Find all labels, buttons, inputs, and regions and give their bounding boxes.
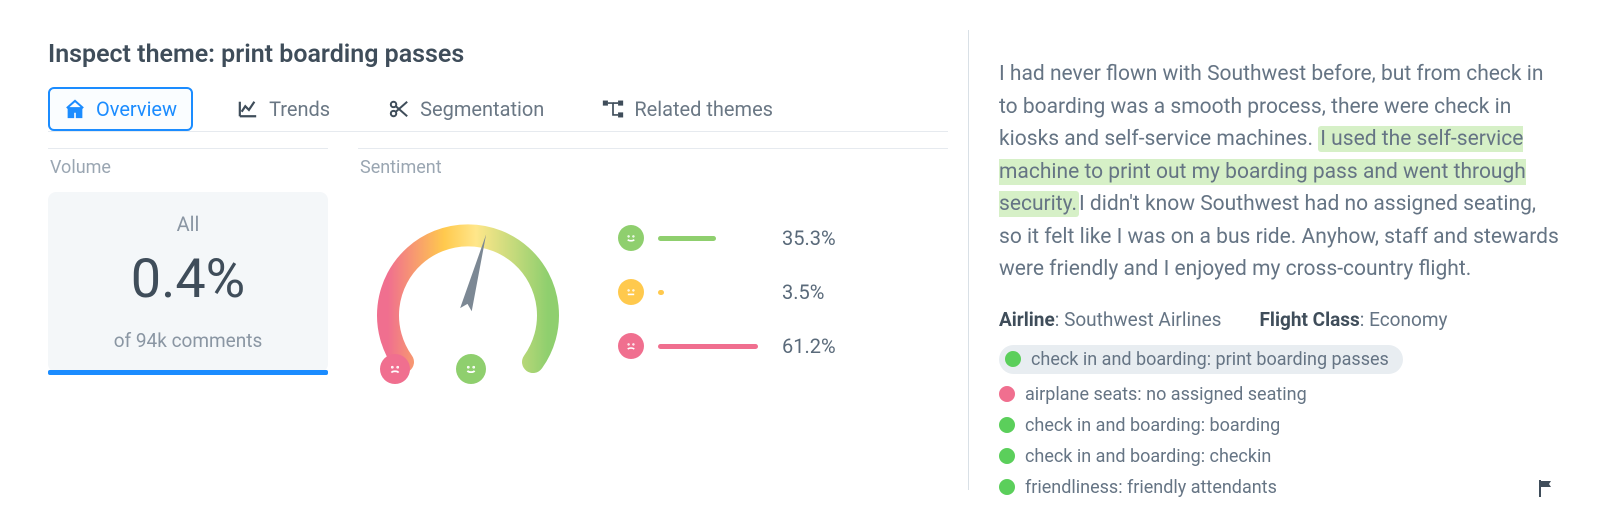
volume-of-label: of 94k comments [58,329,318,352]
sentiment-panel: Sentiment [358,148,948,392]
tag-item[interactable]: check in and boarding: boarding [999,415,1560,436]
legend-neutral: 3.5% [618,279,852,305]
volume-all-label: All [58,212,318,236]
panels-row: Volume All 0.4% of 94k comments Sentimen… [48,144,948,392]
volume-panel: Volume All 0.4% of 94k comments [48,148,328,392]
sentiment-legend: 35.3% 3.5% [618,225,852,359]
tag-dot-icon [999,386,1015,402]
vertical-divider [968,30,969,490]
volume-card[interactable]: All 0.4% of 94k comments [48,192,328,372]
tab-related-themes-label: Related themes [634,97,773,121]
tab-overview[interactable]: Overview [48,87,193,131]
legend-negative-bar [658,344,758,349]
legend-neutral-bar [658,290,664,295]
flag-icon[interactable] [1536,478,1556,498]
tab-bar: Overview Trends Segmentation Related the… [48,87,948,132]
smile-icon [618,225,644,251]
tag-label: check in and boarding: checkin [1025,446,1271,467]
tab-trends-label: Trends [269,97,330,121]
tab-overview-label: Overview [96,97,177,121]
legend-negative-value: 61.2% [782,334,852,358]
tag-dot-icon [999,417,1015,433]
tag-label: friendliness: friendly attendants [1025,477,1277,498]
comment-text: I had never flown with Southwest before,… [999,58,1560,286]
legend-neutral-value: 3.5% [782,280,852,304]
tag-primary[interactable]: check in and boarding: print boarding pa… [999,345,1403,374]
page-root: Inspect theme: print boarding passes Ove… [0,0,1600,526]
sentiment-gauge [358,192,578,392]
frown-icon [618,333,644,359]
home-icon [64,98,86,120]
tag-dot-icon [999,448,1015,464]
tab-related-themes[interactable]: Related themes [588,89,787,129]
comment-meta: Airline: Southwest Airlines Flight Class… [999,308,1560,331]
right-column: I had never flown with Southwest before,… [999,30,1560,506]
tab-segmentation-label: Segmentation [420,97,544,121]
tag-dot-icon [1005,351,1021,367]
tag-item[interactable]: friendliness: friendly attendants [999,477,1560,498]
volume-underline [48,370,328,375]
gauge-face-positive-icon [456,354,486,384]
legend-positive-bar [658,236,716,241]
scissors-icon [388,98,410,120]
chart-line-icon [237,98,259,120]
tag-item[interactable]: airplane seats: no assigned seating [999,384,1560,405]
legend-negative: 61.2% [618,333,852,359]
related-icon [602,98,624,120]
meta-airline: Airline: Southwest Airlines [999,308,1222,331]
tag-list: check in and boarding: print boarding pa… [999,345,1560,498]
legend-positive-value: 35.3% [782,226,852,250]
volume-section-label: Volume [50,157,328,178]
sentiment-section-label: Sentiment [360,157,948,178]
tag-label: check in and boarding: boarding [1025,415,1280,436]
tab-trends[interactable]: Trends [223,89,344,129]
gauge-face-negative-icon [380,354,410,384]
neutral-face-icon [618,279,644,305]
volume-value: 0.4% [58,248,318,311]
tab-segmentation[interactable]: Segmentation [374,89,558,129]
meta-flight-class: Flight Class: Economy [1260,308,1448,331]
tag-label: check in and boarding: print boarding pa… [1031,349,1389,370]
comment-post: I didn't know Southwest had no assigned … [999,192,1559,281]
page-title: Inspect theme: print boarding passes [48,40,948,69]
tag-label: airplane seats: no assigned seating [1025,384,1307,405]
tag-item[interactable]: check in and boarding: checkin [999,446,1560,467]
legend-positive: 35.3% [618,225,852,251]
tag-dot-icon [999,479,1015,495]
sentiment-row: 35.3% 3.5% [358,192,948,392]
left-column: Inspect theme: print boarding passes Ove… [48,30,948,506]
